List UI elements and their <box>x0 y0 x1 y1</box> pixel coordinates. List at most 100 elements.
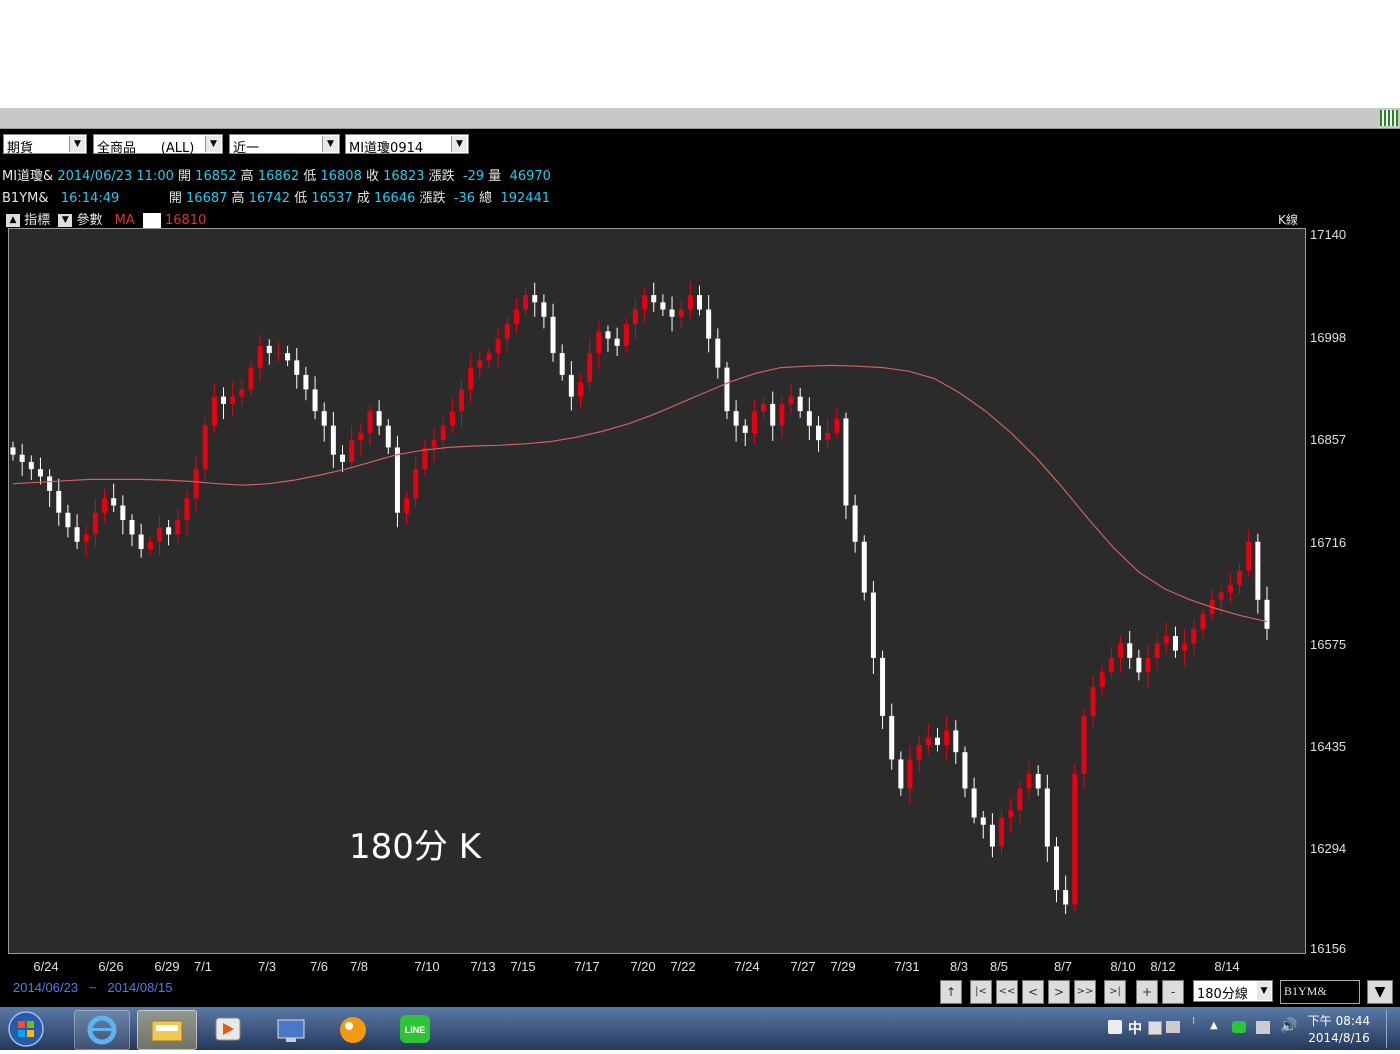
y-tick-label: 16998 <box>1310 330 1347 346</box>
ie-taskbar-button[interactable] <box>74 1010 130 1050</box>
candle-body <box>733 411 739 426</box>
chart-watermark: 180分 K <box>349 827 481 867</box>
pen-icon[interactable] <box>1166 1021 1180 1033</box>
candle-body <box>340 454 346 462</box>
show-hidden-icons-icon[interactable]: ▲ <box>1210 1020 1218 1031</box>
x-tick-label: 7/24 <box>734 959 760 974</box>
candle-body <box>761 403 767 412</box>
market-select[interactable]: 期貨 ▼ <box>3 134 87 156</box>
fast-forward-button[interactable]: >> <box>1074 980 1096 1004</box>
candle-body <box>642 295 648 310</box>
candle-body <box>413 469 419 499</box>
candle-body <box>898 759 904 789</box>
keyboard-icon[interactable] <box>1148 1021 1162 1035</box>
symbol-input[interactable]: B1YM& <box>1280 980 1360 1004</box>
ma-label: MA <box>114 213 135 228</box>
start-button[interactable] <box>4 1010 48 1048</box>
candle-body <box>294 360 300 375</box>
candle-body <box>1053 846 1059 891</box>
quote1-change: -29 <box>462 169 485 184</box>
period-select[interactable]: 近一 ▼ <box>229 134 340 156</box>
candle-body <box>504 324 510 339</box>
chevron-down-icon[interactable]: ▼ <box>69 136 85 152</box>
app2-taskbar-button[interactable] <box>328 1010 378 1048</box>
blank-area <box>0 0 1400 108</box>
zoom-out-button[interactable]: - <box>1162 980 1184 1004</box>
candle-body <box>358 432 364 441</box>
y-tick-label: 16857 <box>1310 432 1347 448</box>
interval-select[interactable]: 180分線 ▼ <box>1193 980 1273 1002</box>
x-tick-label: 8/10 <box>1110 959 1136 974</box>
ma-color-swatch[interactable] <box>142 213 161 228</box>
candle-body <box>596 331 602 354</box>
candle-body <box>56 490 62 513</box>
dropdown-arrow-icon[interactable]: ▼ <box>1367 980 1393 1004</box>
candle-body <box>944 730 950 745</box>
scroll-up-button[interactable]: ↑ <box>940 980 962 1004</box>
tray-options-icon[interactable]: ⁝ <box>1192 1016 1195 1027</box>
candle-body <box>834 418 840 433</box>
candle-body <box>1081 715 1087 774</box>
candle-body <box>953 730 959 753</box>
candle-body <box>120 505 126 520</box>
y-tick-label: 16575 <box>1310 636 1347 652</box>
triangle-up-icon[interactable]: ▲ <box>6 214 20 227</box>
quote1-close-label: 收 <box>365 169 379 184</box>
param-button[interactable]: 參數 <box>76 213 102 228</box>
symbol-select[interactable]: MI道瓊0914 ▼ <box>345 134 469 156</box>
back-button[interactable]: < <box>1022 980 1044 1004</box>
candle-body <box>797 396 803 412</box>
forward-button[interactable]: > <box>1048 980 1070 1004</box>
candle-body <box>239 389 245 397</box>
network-icon[interactable] <box>1256 1021 1270 1034</box>
last-page-button[interactable]: >| <box>1104 980 1126 1004</box>
fast-back-button[interactable]: << <box>996 980 1018 1004</box>
quote1-high-label: 高 <box>240 169 254 184</box>
show-desktop-button[interactable] <box>1386 1010 1399 1048</box>
quote1-symbol: MI道瓊& <box>2 169 54 184</box>
candle-body <box>47 476 53 491</box>
media-player-button[interactable] <box>203 1010 253 1048</box>
first-page-button[interactable]: |< <box>970 980 992 1004</box>
candle-body <box>1246 541 1252 571</box>
candle-body <box>1227 585 1233 593</box>
quote2-low: 16537 <box>311 191 353 206</box>
explorer-taskbar-button[interactable] <box>137 1010 197 1050</box>
triangle-down-icon[interactable]: ▼ <box>58 214 73 227</box>
chevron-down-icon[interactable]: ▼ <box>1257 982 1271 1000</box>
ma-line <box>12 364 1268 623</box>
ime-mode-label[interactable]: 中 <box>1128 1018 1142 1038</box>
chevron-down-icon[interactable]: ▼ <box>205 136 221 152</box>
volume-icon[interactable]: 🔊 <box>1280 1018 1297 1034</box>
kline-label: K線 <box>1278 213 1298 227</box>
candle-body <box>751 411 757 433</box>
quote-line-2: B1YM& 16:14:49 開 16687 高 16742 低 16537 成… <box>2 187 550 206</box>
zoom-in-button[interactable]: + <box>1136 980 1158 1004</box>
line-taskbar-button[interactable]: LINE <box>390 1010 440 1048</box>
candle-body <box>495 338 501 354</box>
candle-body <box>385 425 391 448</box>
indicator-button[interactable]: 指標 <box>24 213 50 228</box>
ime-icon[interactable] <box>1108 1020 1122 1034</box>
candle-body <box>742 425 748 433</box>
chart-area[interactable]: 180分 K <box>8 228 1306 954</box>
chevron-down-icon[interactable]: ▼ <box>451 136 467 152</box>
candle-body <box>989 824 995 847</box>
candlestick-chart <box>10 281 1270 914</box>
candle-body <box>65 512 71 528</box>
candle-body <box>285 353 291 361</box>
chevron-down-icon[interactable]: ▼ <box>322 136 338 152</box>
line-tray-icon[interactable] <box>1232 1021 1246 1033</box>
candle-body <box>248 367 254 390</box>
clock[interactable]: 下午 08:44 2014/8/16 <box>1306 1013 1372 1047</box>
candle-body <box>614 338 620 346</box>
candle-body <box>843 418 849 506</box>
resize-grip-icon[interactable] <box>1380 110 1398 126</box>
x-tick-label: 7/10 <box>414 959 440 974</box>
interval-select-value: 180分線 <box>1197 987 1248 1002</box>
candle-body <box>1108 657 1114 673</box>
folder-icon <box>151 1020 183 1042</box>
internet-explorer-icon <box>87 1015 117 1045</box>
product-select[interactable]: 全商品 (ALL) ▼ <box>93 134 223 156</box>
app-taskbar-button[interactable] <box>266 1010 316 1048</box>
